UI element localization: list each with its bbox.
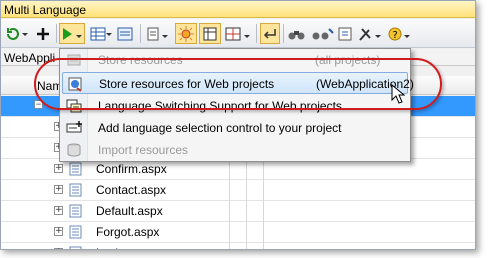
- svg-text:?: ?: [393, 30, 398, 41]
- layout-dropdown-button[interactable]: [223, 23, 253, 44]
- sun-icon: [178, 25, 194, 42]
- play-icon: [63, 27, 82, 40]
- menu-item-label: Import resources: [98, 143, 189, 157]
- expand-toggle[interactable]: +: [54, 206, 63, 215]
- toolbar-separator: [283, 24, 284, 43]
- return-icon: [263, 28, 276, 39]
- row-label: Lockout.aspx: [96, 246, 167, 249]
- run-dropdown-button[interactable]: [59, 23, 85, 44]
- menu-item-language-switch[interactable]: Language Switching Support for Web proje…: [62, 95, 408, 117]
- properties-icon: [338, 27, 352, 40]
- run-dropdown-menu: Store resources (all projects) Store resou…: [59, 48, 414, 162]
- refresh-icon: [7, 27, 28, 40]
- add-control-icon: [66, 121, 82, 133]
- row-label: Forgot.aspx: [96, 225, 160, 239]
- plus-icon: [37, 27, 49, 40]
- return-button[interactable]: [260, 23, 280, 44]
- tools-icon: [359, 27, 381, 41]
- tools-dropdown-button[interactable]: [357, 23, 385, 44]
- form-view-button[interactable]: [115, 23, 135, 44]
- toolbar: ?: [1, 19, 475, 48]
- refresh-dropdown-button[interactable]: [4, 23, 30, 44]
- toolbar-separator: [140, 24, 141, 43]
- binoculars-replace-icon: [312, 27, 334, 39]
- database-icon: [67, 143, 81, 157]
- aspx-file-icon: [69, 225, 82, 239]
- language-switch-icon: [66, 99, 82, 113]
- columns-icon: [203, 27, 217, 40]
- project-tab[interactable]: WebAppli: [4, 51, 55, 65]
- expand-toggle[interactable]: +: [54, 248, 63, 249]
- toolbar-separator: [256, 24, 257, 43]
- expand-toggle[interactable]: +: [54, 164, 63, 173]
- store-icon: [67, 54, 81, 66]
- aspx-file-icon: [69, 183, 82, 197]
- expand-toggle[interactable]: +: [54, 185, 63, 194]
- row-label: Default.aspx: [96, 204, 163, 218]
- aspx-file-icon: [69, 204, 82, 218]
- aspx-file-icon: [69, 246, 82, 249]
- table-row[interactable]: + Lockout.aspx: [1, 243, 475, 249]
- aspx-file-icon: [69, 162, 82, 176]
- window-title: Multi Language: [4, 3, 87, 17]
- row-label: Contact.aspx: [96, 183, 167, 197]
- menu-item-label: Language Switching Support for Web proje…: [98, 99, 342, 113]
- menu-item-label: Store resources for Web projects: [99, 77, 275, 91]
- table-row[interactable]: + Default.aspx: [1, 201, 475, 222]
- find-button[interactable]: [287, 23, 307, 44]
- row-label: Confirm.aspx: [96, 162, 167, 176]
- mouse-pointer-icon: [391, 84, 405, 104]
- store-web-icon: [68, 77, 82, 92]
- help-button[interactable]: ?: [387, 23, 413, 44]
- find-replace-button[interactable]: [311, 23, 335, 44]
- options-dropdown-button[interactable]: [145, 23, 171, 44]
- properties-button[interactable]: [335, 23, 357, 44]
- collapse-toggle[interactable]: −: [34, 100, 43, 109]
- table-row[interactable]: + Contact.aspx: [1, 180, 475, 201]
- menu-item-store: Store resources (all projects): [62, 49, 408, 71]
- multi-language-window: Multi Language ? WebAppli Nam + Confirm.…: [0, 0, 476, 250]
- menu-item-scope: (all projects): [315, 53, 381, 67]
- menu-item-database: Import resources: [62, 139, 408, 161]
- layout-icon: [225, 27, 250, 40]
- menu-item-label: Add language selection control to your p…: [98, 121, 342, 135]
- grid-view-button[interactable]: [89, 23, 113, 44]
- menu-item-store-web[interactable]: Store resources for Web projects (WebAppl…: [62, 72, 414, 94]
- title-bar: Multi Language: [1, 1, 475, 18]
- expand-toggle[interactable]: +: [54, 227, 63, 236]
- table-row[interactable]: + Forgot.aspx: [1, 222, 475, 243]
- list-icon: [147, 27, 168, 40]
- grid-icon: [90, 27, 112, 40]
- menu-item-label: Store resources: [98, 53, 183, 67]
- help-icon: ?: [388, 27, 410, 41]
- columns-button[interactable]: [199, 23, 221, 44]
- menu-item-add-control[interactable]: Add language selection control to your p…: [62, 117, 408, 139]
- binoculars-icon: [288, 30, 305, 39]
- highlight-button[interactable]: [175, 23, 197, 44]
- form-icon: [117, 27, 133, 40]
- toolbar-separator: [56, 24, 57, 43]
- table-row[interactable]: + Confirm.aspx: [1, 159, 475, 180]
- add-button[interactable]: [33, 23, 53, 44]
